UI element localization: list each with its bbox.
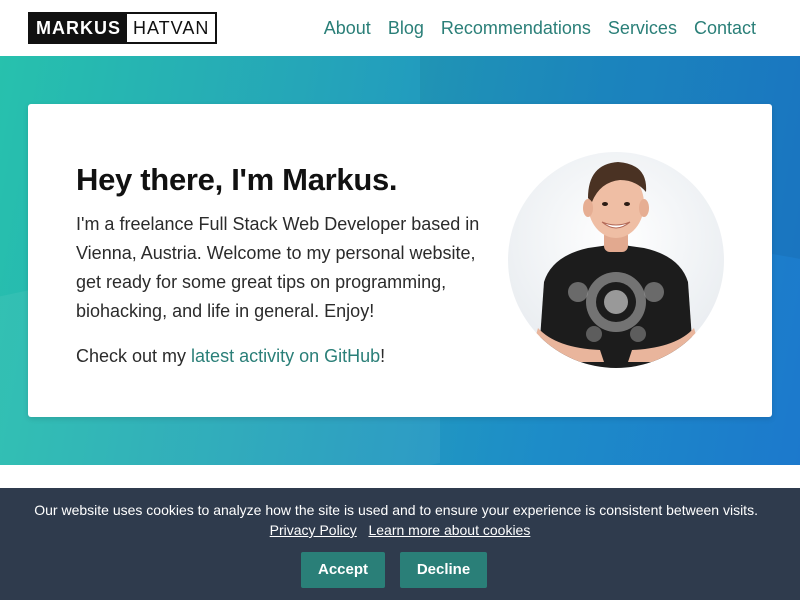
site-header: MARKUS HATVAN About Blog Recommendations… (0, 0, 800, 56)
privacy-policy-link[interactable]: Privacy Policy (270, 522, 357, 538)
page-title: Hey there, I'm Markus. (76, 162, 398, 197)
nav-services[interactable]: Services (608, 16, 677, 40)
intro-card: Hey there, I'm Markus. I'm a freelance F… (28, 104, 772, 417)
nav-about[interactable]: About (324, 16, 371, 40)
nav-recommendations[interactable]: Recommendations (441, 16, 591, 40)
logo-last-name: HATVAN (127, 14, 216, 42)
decline-cookies-button[interactable]: Decline (400, 552, 487, 588)
learn-more-cookies-link[interactable]: Learn more about cookies (368, 522, 530, 538)
github-suffix: ! (380, 346, 386, 366)
nav-blog[interactable]: Blog (388, 16, 424, 40)
site-logo[interactable]: MARKUS HATVAN (28, 12, 218, 44)
github-paragraph: Check out my latest activity on GitHub! (76, 342, 385, 371)
intro-paragraph: I'm a freelance Full Stack Web Developer… (76, 214, 480, 321)
profile-photo (508, 152, 724, 368)
logo-first-name: MARKUS (30, 14, 127, 42)
cookie-text: Our website uses cookies to analyze how … (34, 502, 758, 518)
cookie-banner: Our website uses cookies to analyze how … (0, 488, 800, 600)
main-nav: About Blog Recommendations Services Cont… (324, 16, 756, 40)
accept-cookies-button[interactable]: Accept (301, 552, 385, 588)
nav-contact[interactable]: Contact (694, 16, 756, 40)
github-prefix: Check out my (76, 346, 192, 366)
github-activity-link[interactable]: latest activity on GitHub (191, 346, 380, 366)
profile-photo-illustration (508, 162, 724, 368)
cookie-message: Our website uses cookies to analyze how … (10, 500, 790, 540)
